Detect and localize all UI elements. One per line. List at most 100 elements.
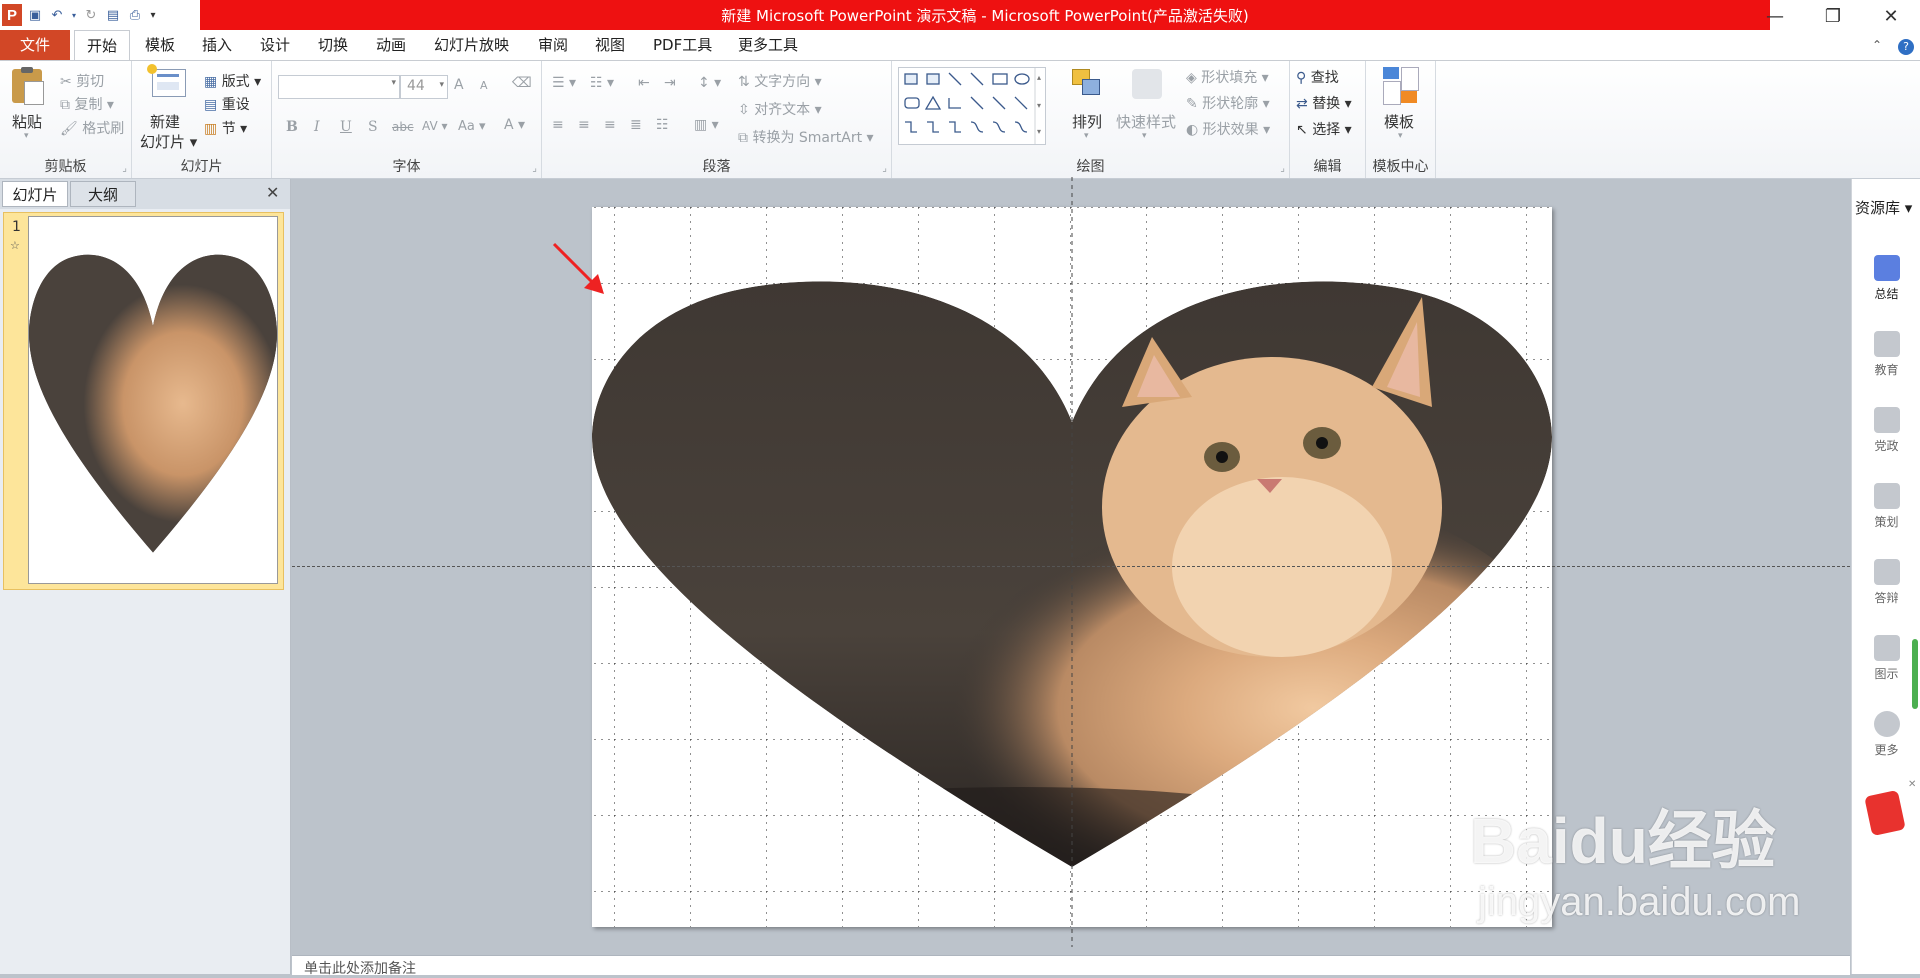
select-button[interactable]: ↖ 选择 ▾ <box>1296 119 1352 139</box>
reset-button[interactable]: ▤ 重设 <box>204 94 250 114</box>
columns-button[interactable]: ▥ ▾ <box>694 117 719 133</box>
format-painter-button[interactable]: 🖌 格式刷 <box>60 118 124 138</box>
align-text-button[interactable]: ⇳ 对齐文本 ▾ <box>738 99 822 119</box>
quick-styles-icon[interactable] <box>1132 69 1162 99</box>
line-spacing-button[interactable]: ↕ ▾ <box>698 75 721 91</box>
undo-dropdown-icon[interactable]: ▾ <box>70 6 78 24</box>
numbering-button[interactable]: ☷ ▾ <box>590 75 614 91</box>
slide-thumbnail[interactable] <box>28 216 278 584</box>
align-left-button[interactable]: ≡ <box>552 117 564 133</box>
minimize-button[interactable]: — <box>1746 0 1804 33</box>
new-slide-button[interactable]: 幻灯片 ▾ <box>140 131 197 152</box>
template-dropdown-icon[interactable]: ▾ <box>1398 131 1403 141</box>
increase-indent-button[interactable]: ⇥ <box>664 75 676 91</box>
tab-slides[interactable]: 幻灯片 <box>2 181 68 207</box>
layout-button[interactable]: ▦ 版式 ▾ <box>204 71 261 91</box>
bullets-button[interactable]: ☰ ▾ <box>552 75 576 91</box>
bold-button[interactable]: B <box>286 119 298 135</box>
underline-button[interactable]: U <box>340 119 352 135</box>
arrange-icon[interactable] <box>1072 69 1102 99</box>
arrange-button[interactable]: 排列 <box>1072 111 1102 132</box>
shapes-gallery[interactable]: ▴ ▾ ▾ <box>898 67 1046 145</box>
align-center-button[interactable]: ≡ <box>578 117 590 133</box>
font-launcher-icon[interactable]: ⌟ <box>532 163 537 174</box>
notes-placeholder[interactable]: 单击此处添加备注 <box>304 958 416 978</box>
tab-review[interactable]: 审阅 <box>538 30 568 60</box>
align-right-button[interactable]: ≡ <box>604 117 616 133</box>
tab-file[interactable]: 文件 <box>0 30 70 60</box>
font-name-select[interactable]: ▾ <box>278 75 400 99</box>
convert-smartart-button[interactable]: ⧉ 转换为 SmartArt ▾ <box>738 127 874 147</box>
powerpoint-logo-icon[interactable]: P <box>2 4 22 26</box>
resource-summary[interactable]: 总结 <box>1852 255 1920 302</box>
undo-icon[interactable]: ↶ <box>48 6 66 24</box>
resource-planning[interactable]: 策划 <box>1852 483 1920 530</box>
tab-pdf-tools[interactable]: PDF工具 <box>653 30 712 60</box>
shape-effects-button[interactable]: ◐ 形状效果 ▾ <box>1186 119 1270 139</box>
new-file-icon[interactable]: ▤ <box>104 6 122 24</box>
justify-button[interactable]: ≣ <box>630 117 642 133</box>
shape-outline-button[interactable]: ✎ 形状轮廓 ▾ <box>1186 93 1270 113</box>
tab-transitions[interactable]: 切换 <box>318 30 348 60</box>
restore-button[interactable]: ❐ <box>1804 0 1862 33</box>
template-button[interactable]: 模板 <box>1384 111 1414 132</box>
redo-icon[interactable]: ↻ <box>82 6 100 24</box>
tab-insert[interactable]: 插入 <box>202 30 232 60</box>
shape-fill-button[interactable]: ◈ 形状填充 ▾ <box>1186 67 1269 87</box>
red-packet-close-icon[interactable]: ✕ <box>1908 779 1916 790</box>
cut-button[interactable]: ✂ 剪切 <box>60 71 104 91</box>
panel-scrollbar[interactable] <box>1912 639 1918 709</box>
clipboard-launcher-icon[interactable]: ⌟ <box>122 163 127 174</box>
tab-design[interactable]: 设计 <box>260 30 290 60</box>
tab-view[interactable]: 视图 <box>595 30 625 60</box>
font-color-button[interactable]: A ▾ <box>504 117 525 133</box>
paste-icon[interactable] <box>12 67 44 105</box>
copy-button[interactable]: ⧉ 复制 ▾ <box>60 94 114 114</box>
arrange-dropdown-icon[interactable]: ▾ <box>1084 131 1089 141</box>
paste-button[interactable]: 粘贴 <box>12 111 42 132</box>
quick-styles-dropdown-icon[interactable]: ▾ <box>1142 131 1147 141</box>
collapse-ribbon-icon[interactable]: ⌃ <box>1872 30 1882 60</box>
change-case-button[interactable]: Aa ▾ <box>458 119 486 134</box>
section-button[interactable]: ▥ 节 ▾ <box>204 118 247 138</box>
tab-slideshow[interactable]: 幻灯片放映 <box>434 30 509 60</box>
new-slide-label-1[interactable]: 新建 <box>150 111 180 132</box>
resource-library-title[interactable]: 资源库 ▾ <box>1855 197 1912 218</box>
shrink-font-button[interactable]: A <box>480 79 488 92</box>
tab-template[interactable]: 模板 <box>145 30 175 60</box>
paragraph-launcher-icon[interactable]: ⌟ <box>882 163 887 174</box>
grow-font-button[interactable]: A <box>454 77 464 93</box>
font-size-select[interactable]: 44 ▾ <box>400 75 448 99</box>
distribute-button[interactable]: ☷ <box>656 117 669 133</box>
italic-button[interactable]: I <box>314 119 320 135</box>
resource-diagram[interactable]: 图示 <box>1852 635 1920 682</box>
text-shadow-button[interactable]: S <box>368 119 378 135</box>
paste-dropdown-icon[interactable]: ▾ <box>24 131 29 141</box>
strikethrough-button[interactable]: abc <box>392 120 414 134</box>
decrease-indent-button[interactable]: ⇤ <box>638 75 650 91</box>
quick-styles-button[interactable]: 快速样式 <box>1116 111 1176 132</box>
slide[interactable] <box>592 177 1552 947</box>
save-icon[interactable]: ▣ <box>26 6 44 24</box>
find-button[interactable]: ⚲ 查找 <box>1296 67 1339 87</box>
resource-defense[interactable]: 答辩 <box>1852 559 1920 606</box>
resource-party[interactable]: 党政 <box>1852 407 1920 454</box>
char-spacing-button[interactable]: AV ▾ <box>422 119 448 133</box>
customize-qat-icon[interactable]: ▾ <box>148 6 158 24</box>
drawing-launcher-icon[interactable]: ⌟ <box>1280 163 1285 174</box>
horizontal-guide[interactable] <box>292 566 1850 567</box>
tab-outline[interactable]: 大纲 <box>70 181 136 207</box>
replace-button[interactable]: ⇄ 替换 ▾ <box>1296 93 1352 113</box>
text-direction-button[interactable]: ⇅ 文字方向 ▾ <box>738 71 822 91</box>
close-button[interactable]: ✕ <box>1862 0 1920 33</box>
print-icon[interactable]: ⎙ <box>126 6 144 24</box>
tab-animations[interactable]: 动画 <box>376 30 406 60</box>
new-slide-icon[interactable] <box>147 64 186 97</box>
resource-education[interactable]: 教育 <box>1852 331 1920 378</box>
clear-format-icon[interactable]: ⌫ <box>512 75 532 91</box>
template-icon[interactable] <box>1383 67 1419 105</box>
help-icon[interactable]: ? <box>1898 30 1914 60</box>
tab-home[interactable]: 开始 <box>74 30 130 60</box>
resource-more[interactable]: 更多 <box>1852 711 1920 758</box>
close-pane-icon[interactable]: ✕ <box>266 183 279 202</box>
